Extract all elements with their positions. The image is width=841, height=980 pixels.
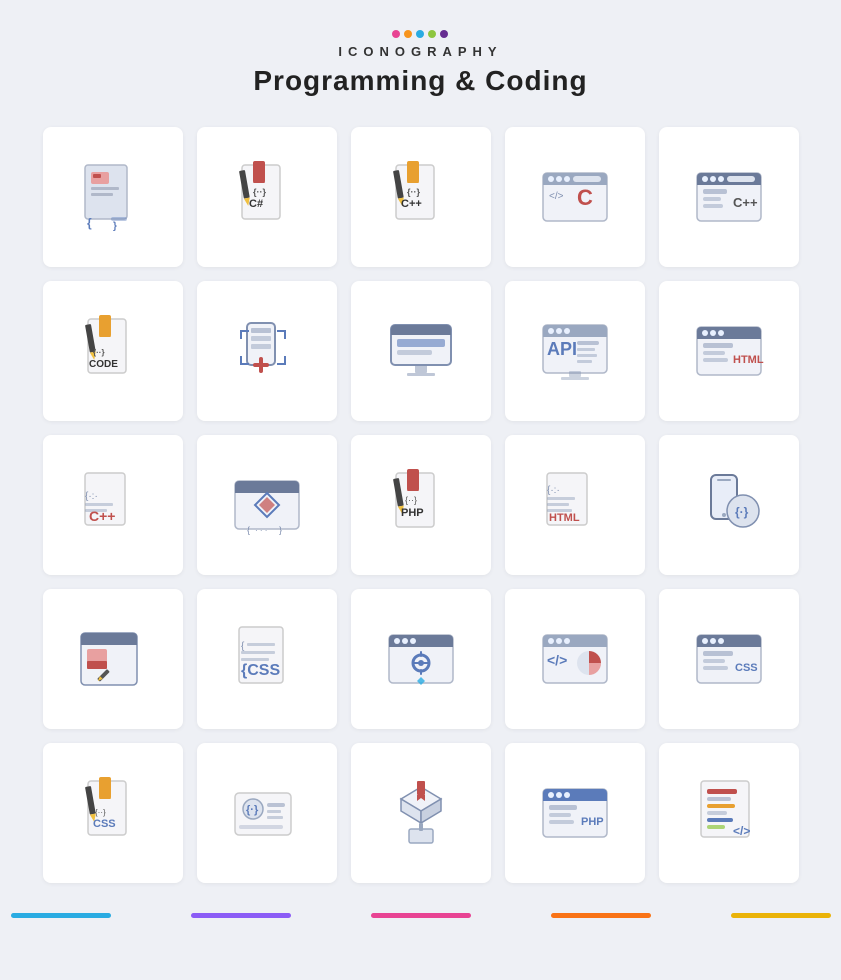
icon-card-mobile-layout[interactable] bbox=[197, 281, 337, 421]
svg-text:C++: C++ bbox=[89, 508, 115, 524]
svg-text:{··}: {··} bbox=[253, 187, 266, 197]
icon-card-code-bookmark[interactable]: {··} CODE bbox=[43, 281, 183, 421]
svg-text:}: } bbox=[113, 221, 117, 232]
page-header: ICONOGRAPHY Programming & Coding bbox=[253, 30, 587, 97]
svg-text:HTML: HTML bbox=[733, 354, 764, 366]
icon-card-settings-browser[interactable] bbox=[351, 589, 491, 729]
icon-card-html-browser[interactable]: HTML bbox=[659, 281, 799, 421]
icon-card-php-browser[interactable]: PHP bbox=[505, 743, 645, 883]
svg-text:C++: C++ bbox=[401, 198, 422, 210]
icon-card-cpp-doc[interactable]: {·:· C++ bbox=[43, 435, 183, 575]
icon-card-code-pie-browser[interactable]: </> bbox=[505, 589, 645, 729]
icon-card-c-browser[interactable]: </> C bbox=[505, 127, 645, 267]
icon-card-code-file[interactable]: { } bbox=[43, 127, 183, 267]
icon-card-php-file[interactable]: {··} PHP bbox=[351, 435, 491, 575]
svg-text:PHP: PHP bbox=[581, 816, 604, 828]
footer-bar-yellow bbox=[731, 913, 831, 918]
icon-card-swift-app[interactable]: { } · · · bbox=[197, 435, 337, 575]
icon-card-3d-code[interactable] bbox=[351, 743, 491, 883]
dot-1 bbox=[392, 30, 400, 38]
icon-card-code-doc-colored[interactable]: </> bbox=[659, 743, 799, 883]
svg-text:HTML: HTML bbox=[549, 512, 580, 524]
icon-card-api-screen[interactable]: API bbox=[505, 281, 645, 421]
svg-text:{·:·: {·:· bbox=[547, 485, 560, 496]
svg-text:C#: C# bbox=[249, 198, 263, 210]
brand-dots bbox=[253, 30, 587, 38]
icon-card-screen-display[interactable] bbox=[351, 281, 491, 421]
icon-card-mobile-code[interactable]: {·} bbox=[659, 435, 799, 575]
icon-card-html-doc[interactable]: {·:· HTML bbox=[505, 435, 645, 575]
dot-5 bbox=[440, 30, 448, 38]
footer-bar-blue bbox=[11, 913, 111, 918]
footer-bar-orange bbox=[551, 913, 651, 918]
icon-card-csharp-file[interactable]: {··} C# bbox=[197, 127, 337, 267]
svg-text:PHP: PHP bbox=[401, 507, 424, 519]
svg-text:{··}: {··} bbox=[407, 187, 420, 197]
svg-text:{··}: {··} bbox=[405, 495, 417, 505]
icon-card-cpp-file[interactable]: {··} C++ bbox=[351, 127, 491, 267]
brand-name: ICONOGRAPHY bbox=[253, 44, 587, 59]
footer-bar-pink bbox=[371, 913, 471, 918]
icon-card-css-doc[interactable]: { {CSS bbox=[197, 589, 337, 729]
icons-grid: { } {··} C# {··} C++ bbox=[43, 127, 799, 883]
svg-text:C++: C++ bbox=[733, 195, 758, 210]
footer-bar-purple bbox=[191, 913, 291, 918]
svg-text:</>: </> bbox=[733, 824, 750, 838]
icon-card-css-browser[interactable]: CSS bbox=[659, 589, 799, 729]
svg-text:· · ·: · · · bbox=[255, 526, 267, 535]
svg-text:CODE: CODE bbox=[89, 359, 118, 370]
svg-text:{·:·: {·:· bbox=[85, 491, 98, 502]
svg-text:}: } bbox=[279, 525, 282, 535]
svg-text:{·}: {·} bbox=[735, 505, 749, 519]
svg-text:</>: </> bbox=[547, 652, 567, 668]
footer-bars bbox=[11, 913, 831, 918]
dot-2 bbox=[404, 30, 412, 38]
svg-text:{CSS: {CSS bbox=[241, 662, 280, 679]
svg-text:CSS: CSS bbox=[735, 662, 758, 674]
svg-text:API: API bbox=[547, 339, 577, 359]
icon-card-css-bookmark-file[interactable]: {··} CSS bbox=[43, 743, 183, 883]
svg-text:{··}: {··} bbox=[95, 808, 106, 817]
icon-card-web-edit[interactable] bbox=[43, 589, 183, 729]
svg-text:CSS: CSS bbox=[93, 818, 116, 830]
svg-text:</>: </> bbox=[549, 191, 564, 202]
icon-card-code-id-card[interactable]: {·} bbox=[197, 743, 337, 883]
svg-text:{: { bbox=[87, 216, 92, 230]
icon-card-cpp-browser[interactable]: C++ bbox=[659, 127, 799, 267]
dot-4 bbox=[428, 30, 436, 38]
svg-text:C: C bbox=[577, 185, 593, 210]
page-title: Programming & Coding bbox=[253, 65, 587, 97]
svg-text:{·}: {·} bbox=[246, 804, 259, 816]
svg-text:{: { bbox=[247, 525, 250, 535]
svg-text:{··}: {··} bbox=[93, 348, 105, 357]
dot-3 bbox=[416, 30, 424, 38]
